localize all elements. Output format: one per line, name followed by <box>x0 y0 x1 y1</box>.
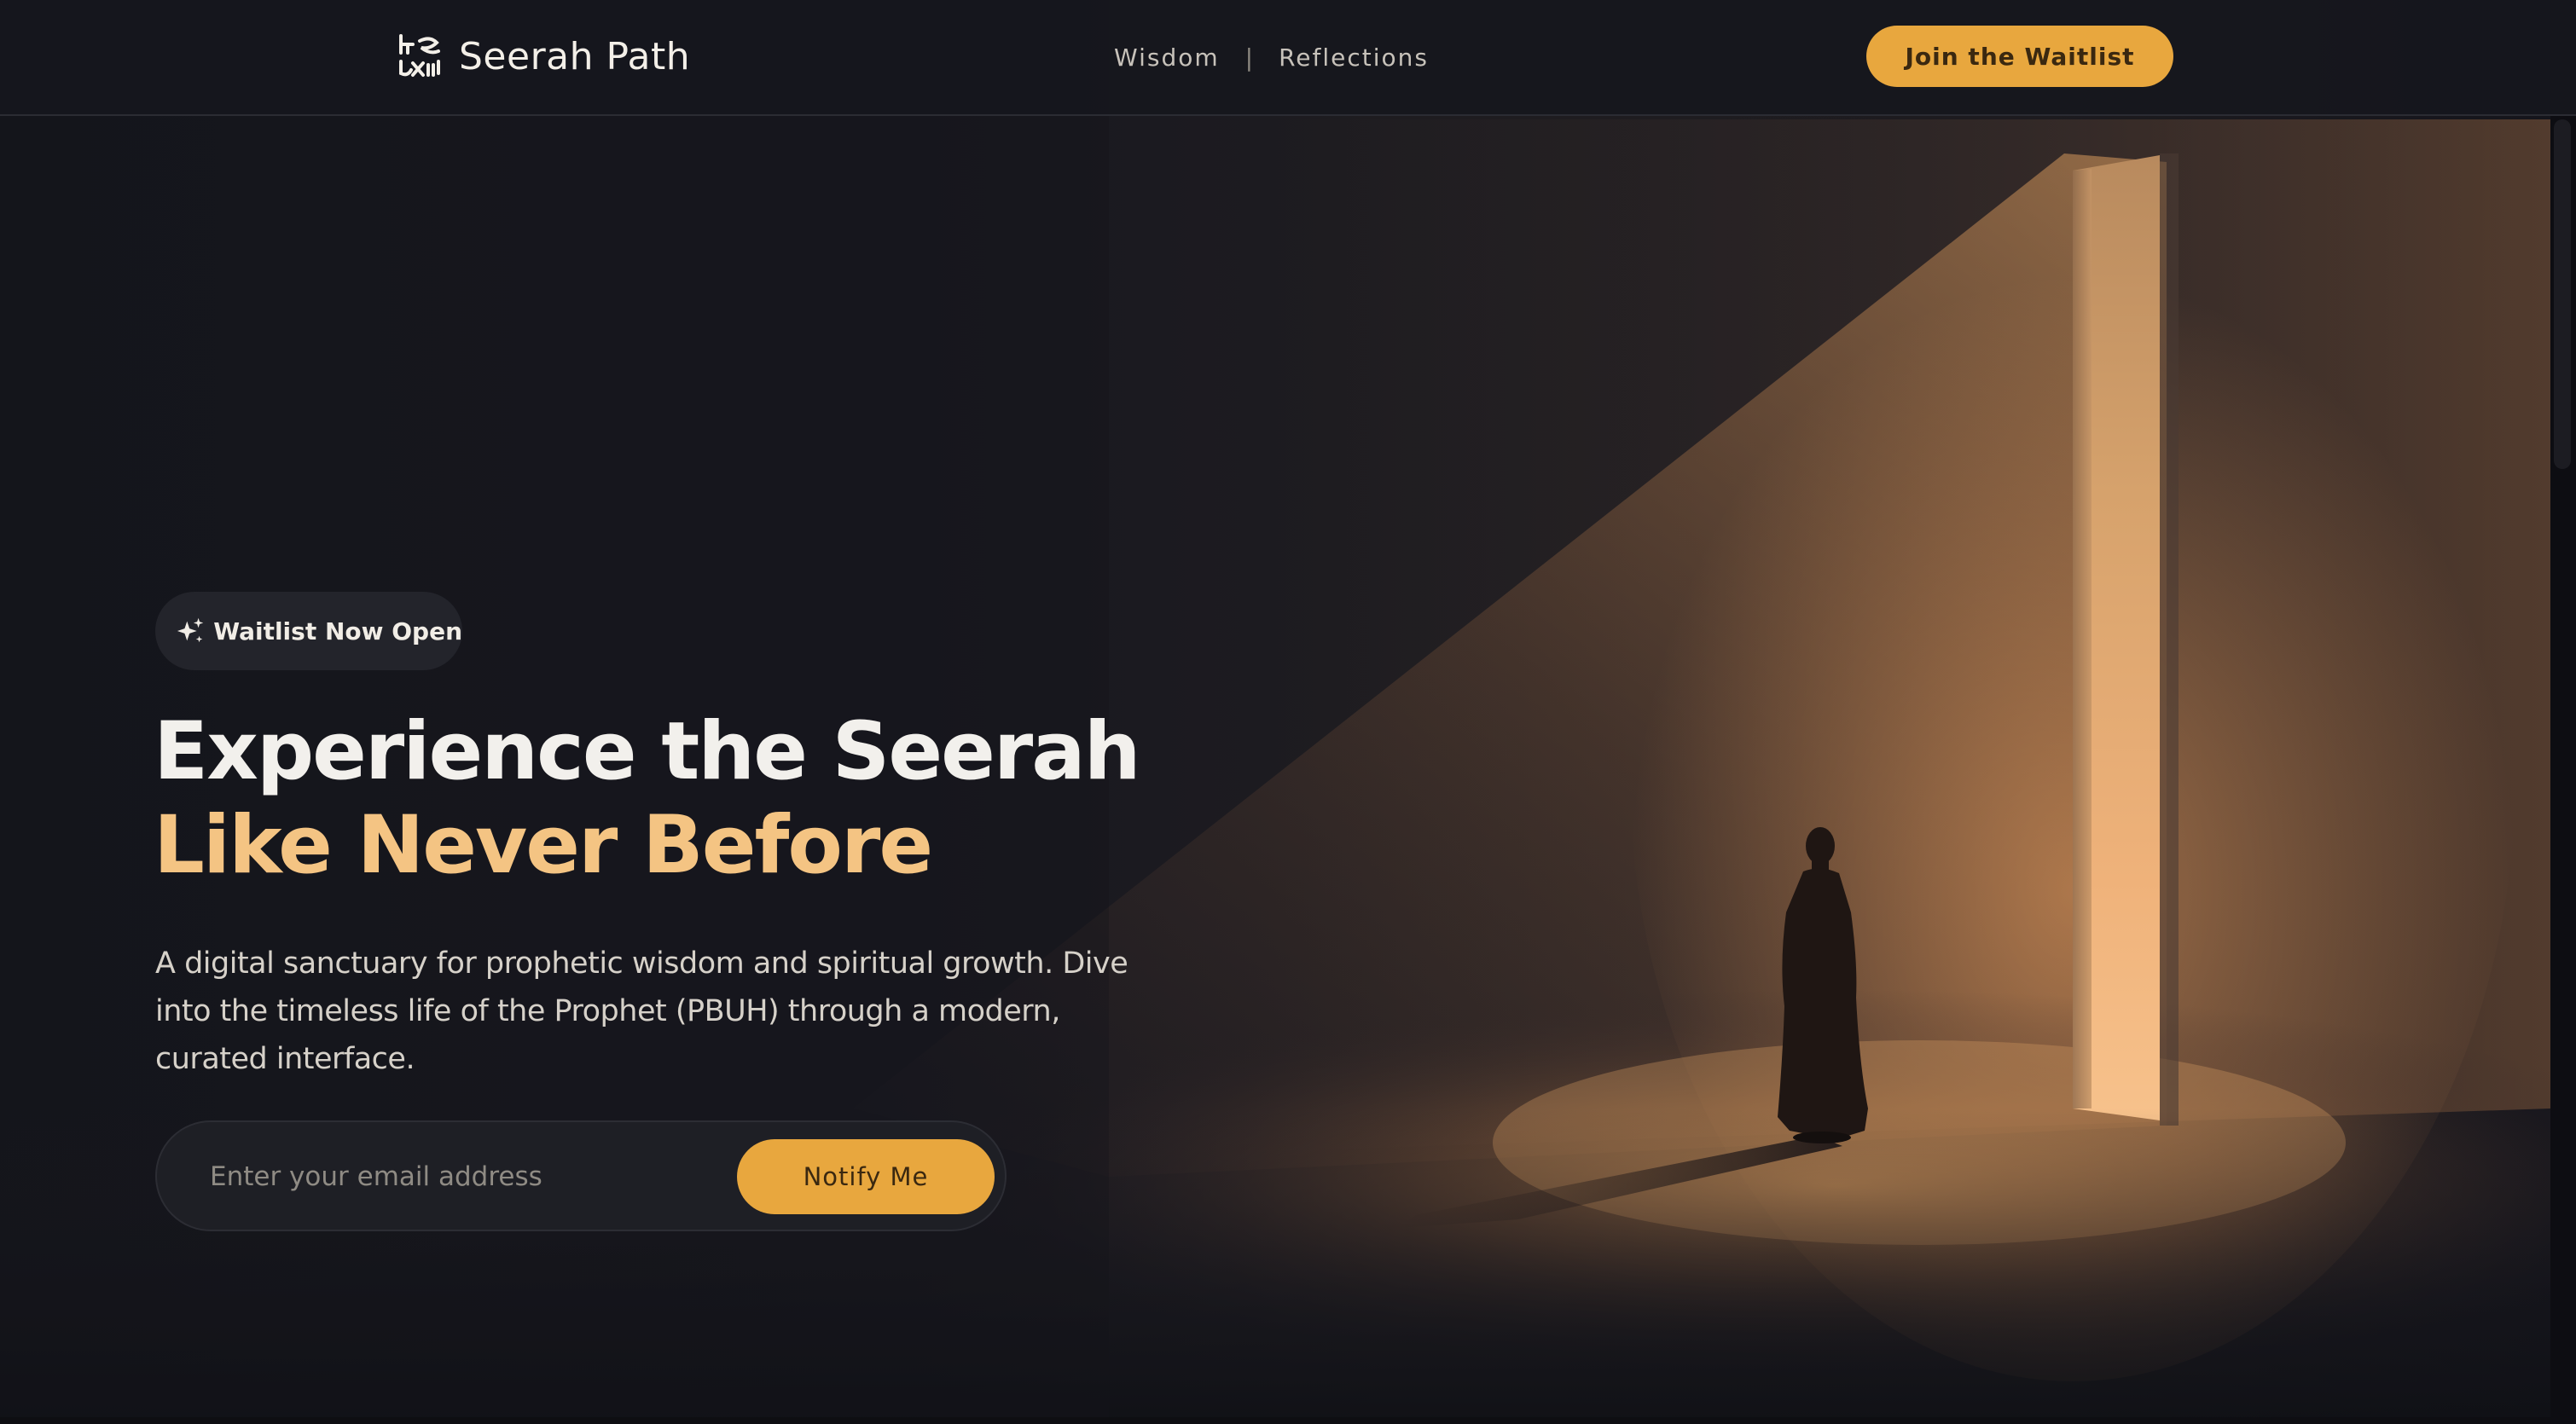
nav-links: Wisdom | Reflections <box>1114 34 1429 80</box>
nav-link-reflections[interactable]: Reflections <box>1279 43 1429 72</box>
email-signup-form: Notify Me <box>155 1120 1007 1231</box>
sparkles-icon <box>177 617 204 643</box>
email-input[interactable] <box>210 1143 688 1211</box>
nav-link-wisdom[interactable]: Wisdom <box>1114 43 1220 72</box>
scrollbar-thumb[interactable] <box>2554 119 2571 469</box>
waitlist-badge: Waitlist Now Open <box>155 592 462 670</box>
page: Seerah Path Wisdom | Reflections Join th… <box>0 0 2576 1424</box>
page-bottom-edge <box>0 1417 2550 1424</box>
top-navigation: Seerah Path Wisdom | Reflections Join th… <box>0 0 2576 116</box>
nav-separator: | <box>1244 43 1254 72</box>
hero-title-line-1: Experience the Seerah <box>154 705 1141 798</box>
badge-label: Waitlist Now Open <box>213 616 462 645</box>
seerah-logo-icon <box>399 34 440 77</box>
hero-title-line-2: Like Never Before <box>154 799 933 892</box>
brand-logo[interactable]: Seerah Path <box>396 29 690 84</box>
join-waitlist-button[interactable]: Join the Waitlist <box>1866 26 2173 87</box>
hero-description: A digital sanctuary for prophetic wisdom… <box>155 946 1128 1076</box>
brand-name: Seerah Path <box>459 34 691 78</box>
notify-me-button[interactable]: Notify Me <box>737 1139 995 1214</box>
